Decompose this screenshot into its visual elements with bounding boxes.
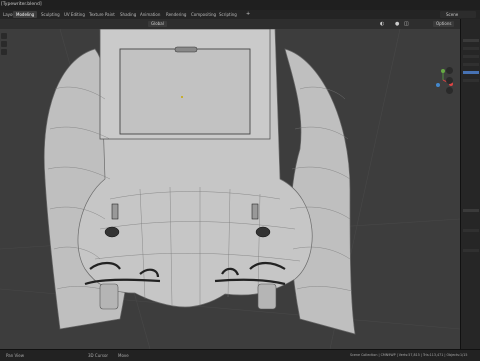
status-stats: Scene Collection | CMN9WP | Verts:57,815… — [350, 353, 468, 357]
properties-tab[interactable] — [463, 229, 479, 232]
add-workspace-icon[interactable]: + — [246, 11, 250, 17]
options-label: Options — [436, 21, 452, 26]
tab-uv-editing[interactable]: UV Editing — [61, 11, 88, 18]
overlay-icon[interactable]: ◐ — [380, 21, 384, 27]
status-move: Move — [118, 353, 129, 358]
outliner-panel[interactable] — [460, 19, 480, 349]
select-tool-button[interactable] — [1, 33, 7, 39]
outliner-row[interactable] — [463, 47, 479, 50]
pan-icon[interactable] — [446, 77, 453, 84]
tab-scripting[interactable]: Scripting — [216, 11, 240, 18]
transform-orientation-dropdown[interactable]: Global — [148, 21, 167, 27]
outliner-row[interactable] — [463, 39, 479, 42]
tab-modeling[interactable]: Modeling — [13, 11, 38, 18]
status-pan-view: Pan View — [6, 353, 24, 358]
outliner-row[interactable] — [463, 63, 479, 66]
window-title: [Typewriter.blend] — [1, 2, 42, 7]
transform-orientation-label: Global — [151, 21, 164, 26]
viewport-header: Global Options ◐ ● ◫ — [0, 19, 460, 29]
cursor-tool-button[interactable] — [1, 41, 7, 47]
tab-shading[interactable]: Shading — [117, 11, 139, 18]
shading-icon[interactable]: ● — [395, 21, 399, 27]
outliner-row[interactable] — [463, 55, 479, 58]
tab-texture-paint[interactable]: Texture Paint — [86, 11, 118, 18]
outliner-row[interactable] — [463, 79, 479, 82]
status-bar: Pan View 3D Cursor Move Scene Collection… — [0, 349, 480, 361]
tab-compositing[interactable]: Compositing — [188, 11, 219, 18]
zoom-icon[interactable] — [446, 67, 453, 74]
gizmo-z-icon[interactable] — [436, 83, 440, 87]
properties-tab[interactable] — [463, 209, 479, 212]
xray-icon[interactable]: ◫ — [404, 21, 409, 27]
typewriter-model — [0, 29, 460, 349]
tab-animation[interactable]: Animation — [137, 11, 163, 18]
scene-label: Scene — [446, 12, 459, 17]
status-3d-cursor: 3D Cursor — [88, 353, 109, 358]
outliner-row-selected[interactable] — [463, 71, 479, 74]
gizmo-y-icon[interactable] — [441, 69, 445, 73]
camera-view-icon[interactable] — [446, 87, 453, 94]
properties-tab[interactable] — [463, 249, 479, 252]
options-dropdown[interactable]: Options — [433, 21, 455, 27]
scene-selector[interactable]: Scene — [440, 11, 476, 18]
viewport-3d[interactable] — [0, 29, 460, 349]
tab-rendering[interactable]: Rendering — [163, 11, 189, 18]
move-tool-button[interactable] — [1, 49, 7, 55]
tab-sculpting[interactable]: Sculpting — [38, 11, 63, 18]
